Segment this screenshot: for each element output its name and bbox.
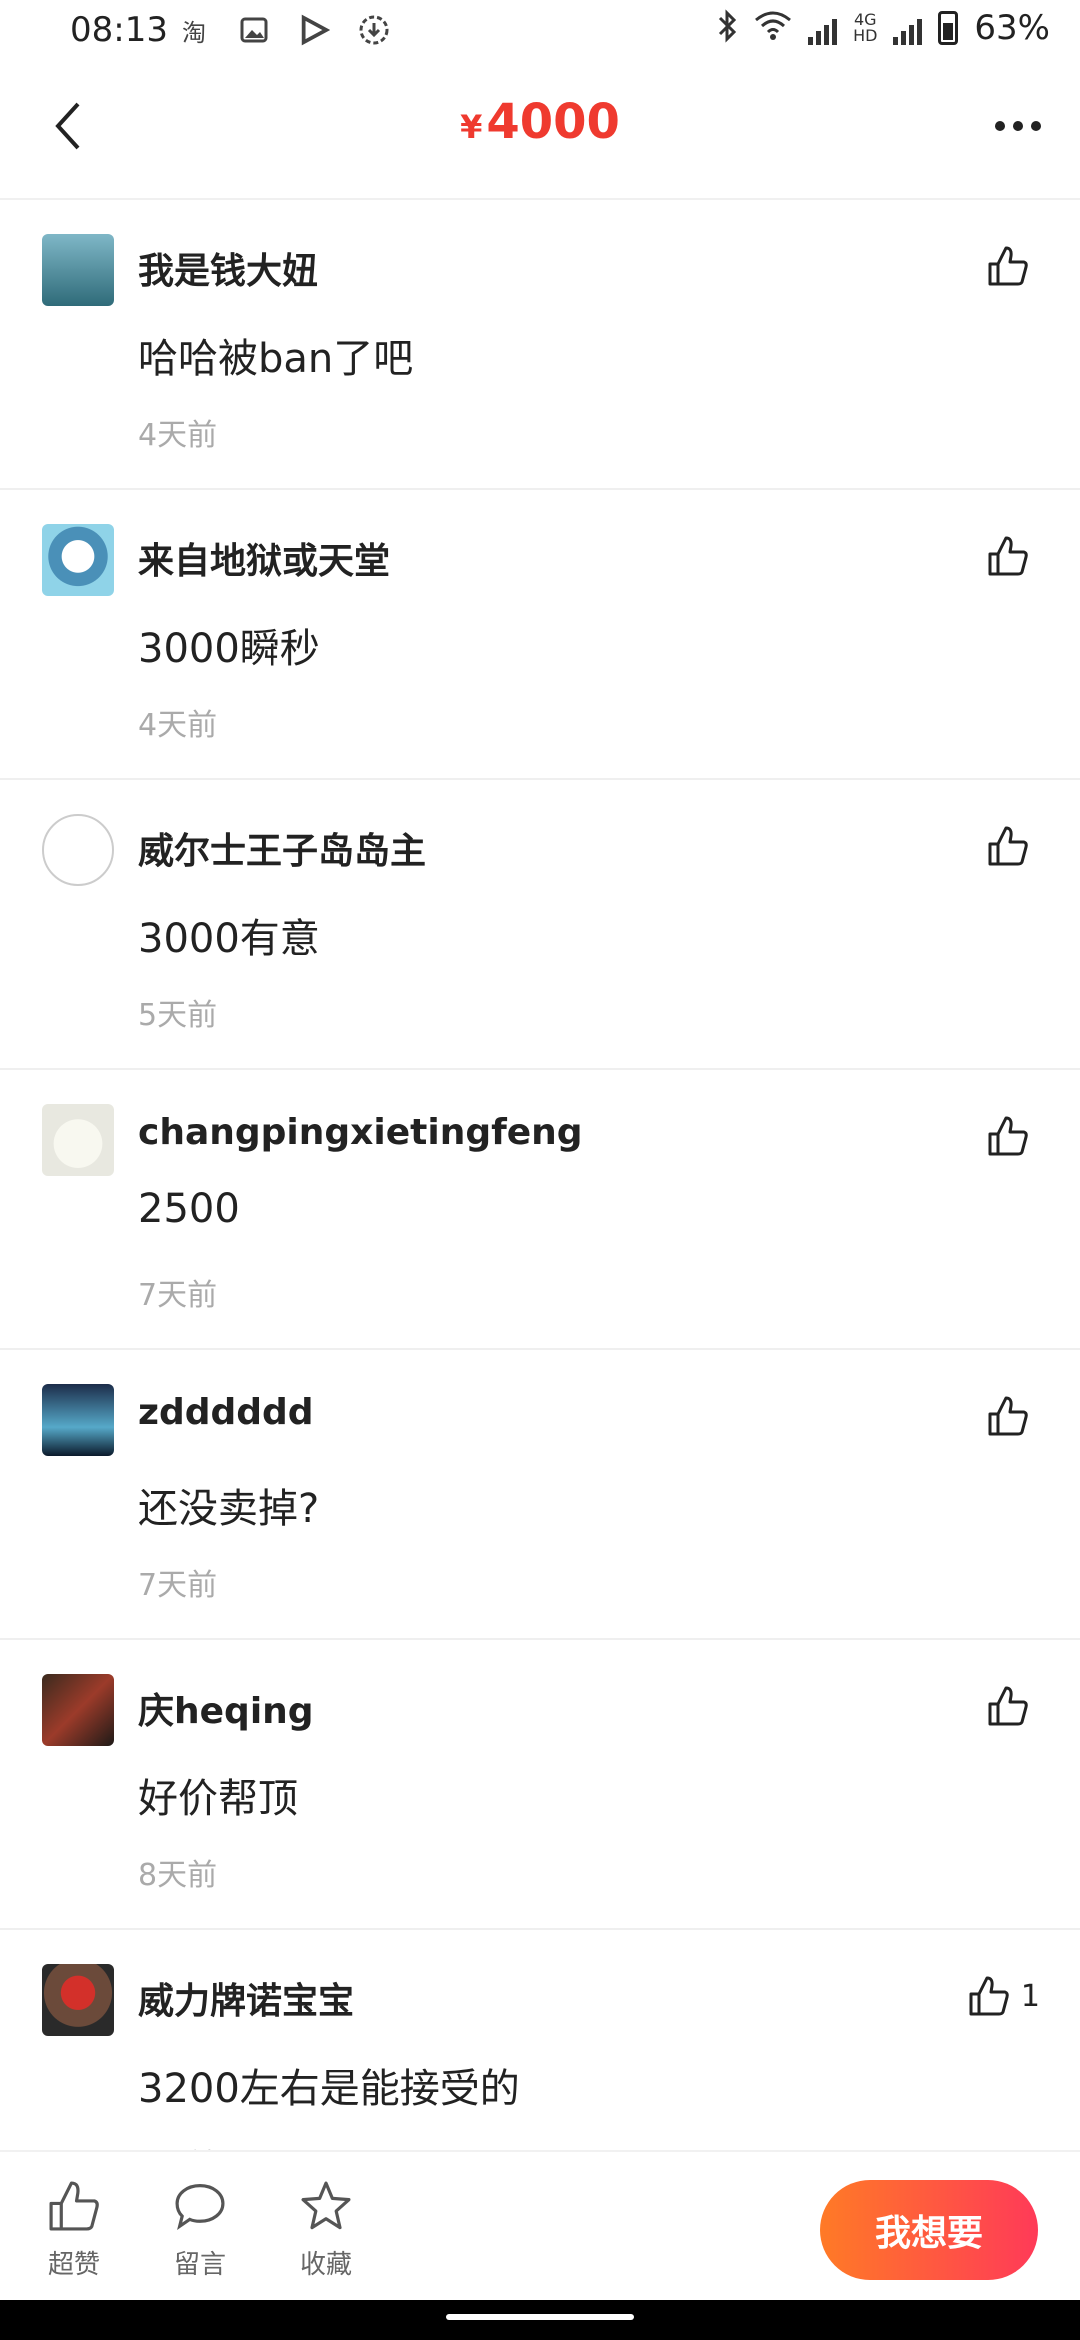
favorite-button[interactable]: 收藏 <box>286 2178 366 2281</box>
signal-icon <box>808 11 838 45</box>
comment-text: 3000有意 <box>138 916 320 962</box>
comment-time: 7天前 <box>138 1568 218 1603</box>
want-button[interactable]: 我想要 <box>820 2180 1038 2280</box>
avatar[interactable] <box>42 1964 114 2036</box>
battery-icon <box>938 11 959 45</box>
comment-item: changpingxietingfeng 2500 7天前 <box>0 1070 1080 1350</box>
like-button[interactable] <box>986 1684 1040 1728</box>
thumbs-up-icon <box>988 826 1028 866</box>
more-button[interactable] <box>982 94 1054 158</box>
comment-list: 我是钱大妞 哈哈被ban了吧 4天前 来自地狱或天堂 3000瞬秒 4天前 威尔… <box>0 200 1080 2170</box>
avatar[interactable] <box>42 1384 114 1456</box>
comment-text: 2500 <box>138 1186 240 1232</box>
like-button[interactable] <box>986 824 1040 868</box>
comment-button[interactable]: 留言 <box>160 2178 240 2281</box>
play-store-icon <box>298 14 330 46</box>
comment-label: 留言 <box>173 2250 226 2280</box>
comment-text: 还没卖掉? <box>138 1486 320 1532</box>
comment-time: 7天前 <box>138 1278 218 1313</box>
like-button[interactable] <box>986 534 1040 578</box>
comment-time: 8天前 <box>138 1858 218 1893</box>
comment-text: 哈哈被ban了吧 <box>138 336 414 382</box>
taobao-icon: 淘 <box>182 18 206 47</box>
comment-item: 来自地狱或天堂 3000瞬秒 4天前 <box>0 490 1080 780</box>
comment-time: 5天前 <box>138 998 218 1033</box>
thumbs-up-icon <box>988 246 1028 286</box>
thumbs-up-icon <box>988 1116 1028 1156</box>
more-dot <box>1013 121 1023 131</box>
comment-text: 好价帮顶 <box>138 1776 298 1822</box>
avatar[interactable] <box>42 1674 114 1746</box>
like-button[interactable] <box>986 1114 1040 1158</box>
comment-text: 3000瞬秒 <box>138 626 320 672</box>
image-icon <box>238 14 270 46</box>
system-nav-bar <box>0 2300 1080 2340</box>
avatar[interactable] <box>42 814 114 886</box>
status-time: 08:13 <box>70 10 168 50</box>
download-icon <box>358 14 390 46</box>
status-left-icons: 淘 <box>178 14 390 47</box>
favorite-label: 收藏 <box>299 2250 352 2280</box>
like-count: 1 <box>1020 1978 1040 2014</box>
star-icon <box>301 2181 351 2230</box>
comment-username[interactable]: 我是钱大妞 <box>138 242 318 294</box>
thumbs-up-icon <box>988 536 1028 576</box>
comment-time: 4天前 <box>138 418 218 453</box>
wifi-icon <box>754 10 792 46</box>
comment-text: 3200左右是能接受的 <box>138 2066 520 2112</box>
more-dot <box>1031 121 1041 131</box>
bluetooth-icon <box>716 9 738 47</box>
thumbs-up-icon <box>988 1396 1028 1436</box>
comment-time: 4天前 <box>138 708 218 743</box>
home-gesture-bar[interactable] <box>446 2314 634 2320</box>
thumbs-up-icon <box>969 1976 1009 2016</box>
status-bar: 08:13 淘 4G HD 63% <box>0 0 1080 64</box>
more-dot <box>995 121 1005 131</box>
super-like-label: 超赞 <box>47 2250 100 2280</box>
currency-symbol: ¥ <box>460 108 483 146</box>
comment-username[interactable]: 来自地狱或天堂 <box>138 532 390 584</box>
price-value: 4000 <box>486 94 620 150</box>
comment-item: 威力牌诺宝宝 3200左右是能接受的 8天前 1 <box>0 1930 1080 2170</box>
thumbs-up-icon <box>988 1686 1028 1726</box>
header: ¥4000 <box>0 64 1080 200</box>
like-button[interactable]: 1 <box>967 1974 1040 2018</box>
comment-username[interactable]: 威尔士王子岛岛主 <box>138 822 426 874</box>
status-right-icons: 4G HD 63% <box>716 8 1050 48</box>
like-button[interactable] <box>986 244 1040 288</box>
thumbs-up-icon <box>49 2181 99 2231</box>
super-like-button[interactable]: 超赞 <box>34 2178 114 2281</box>
avatar[interactable] <box>42 234 114 306</box>
chat-bubble-icon <box>175 2184 225 2231</box>
comment-username[interactable]: 庆heqing <box>138 1682 314 1734</box>
signal-icon <box>893 11 923 45</box>
comment-item: 威尔士王子岛岛主 3000有意 5天前 <box>0 780 1080 1070</box>
comment-item: zdddddd 还没卖掉? 7天前 <box>0 1350 1080 1640</box>
comment-item: 庆heqing 好价帮顶 8天前 <box>0 1640 1080 1930</box>
comment-item: 我是钱大妞 哈哈被ban了吧 4天前 <box>0 200 1080 490</box>
4g-hd-icon: 4G HD <box>853 10 878 45</box>
avatar[interactable] <box>42 1104 114 1176</box>
like-button[interactable] <box>986 1394 1040 1438</box>
avatar[interactable] <box>42 524 114 596</box>
battery-percent: 63% <box>974 8 1050 48</box>
comment-username[interactable]: zdddddd <box>138 1392 314 1433</box>
price: ¥4000 <box>0 94 1080 150</box>
comment-username[interactable]: 威力牌诺宝宝 <box>138 1972 354 2024</box>
comment-username[interactable]: changpingxietingfeng <box>138 1112 583 1153</box>
bottom-action-bar: 超赞 留言 收藏 我想要 <box>0 2150 1080 2302</box>
